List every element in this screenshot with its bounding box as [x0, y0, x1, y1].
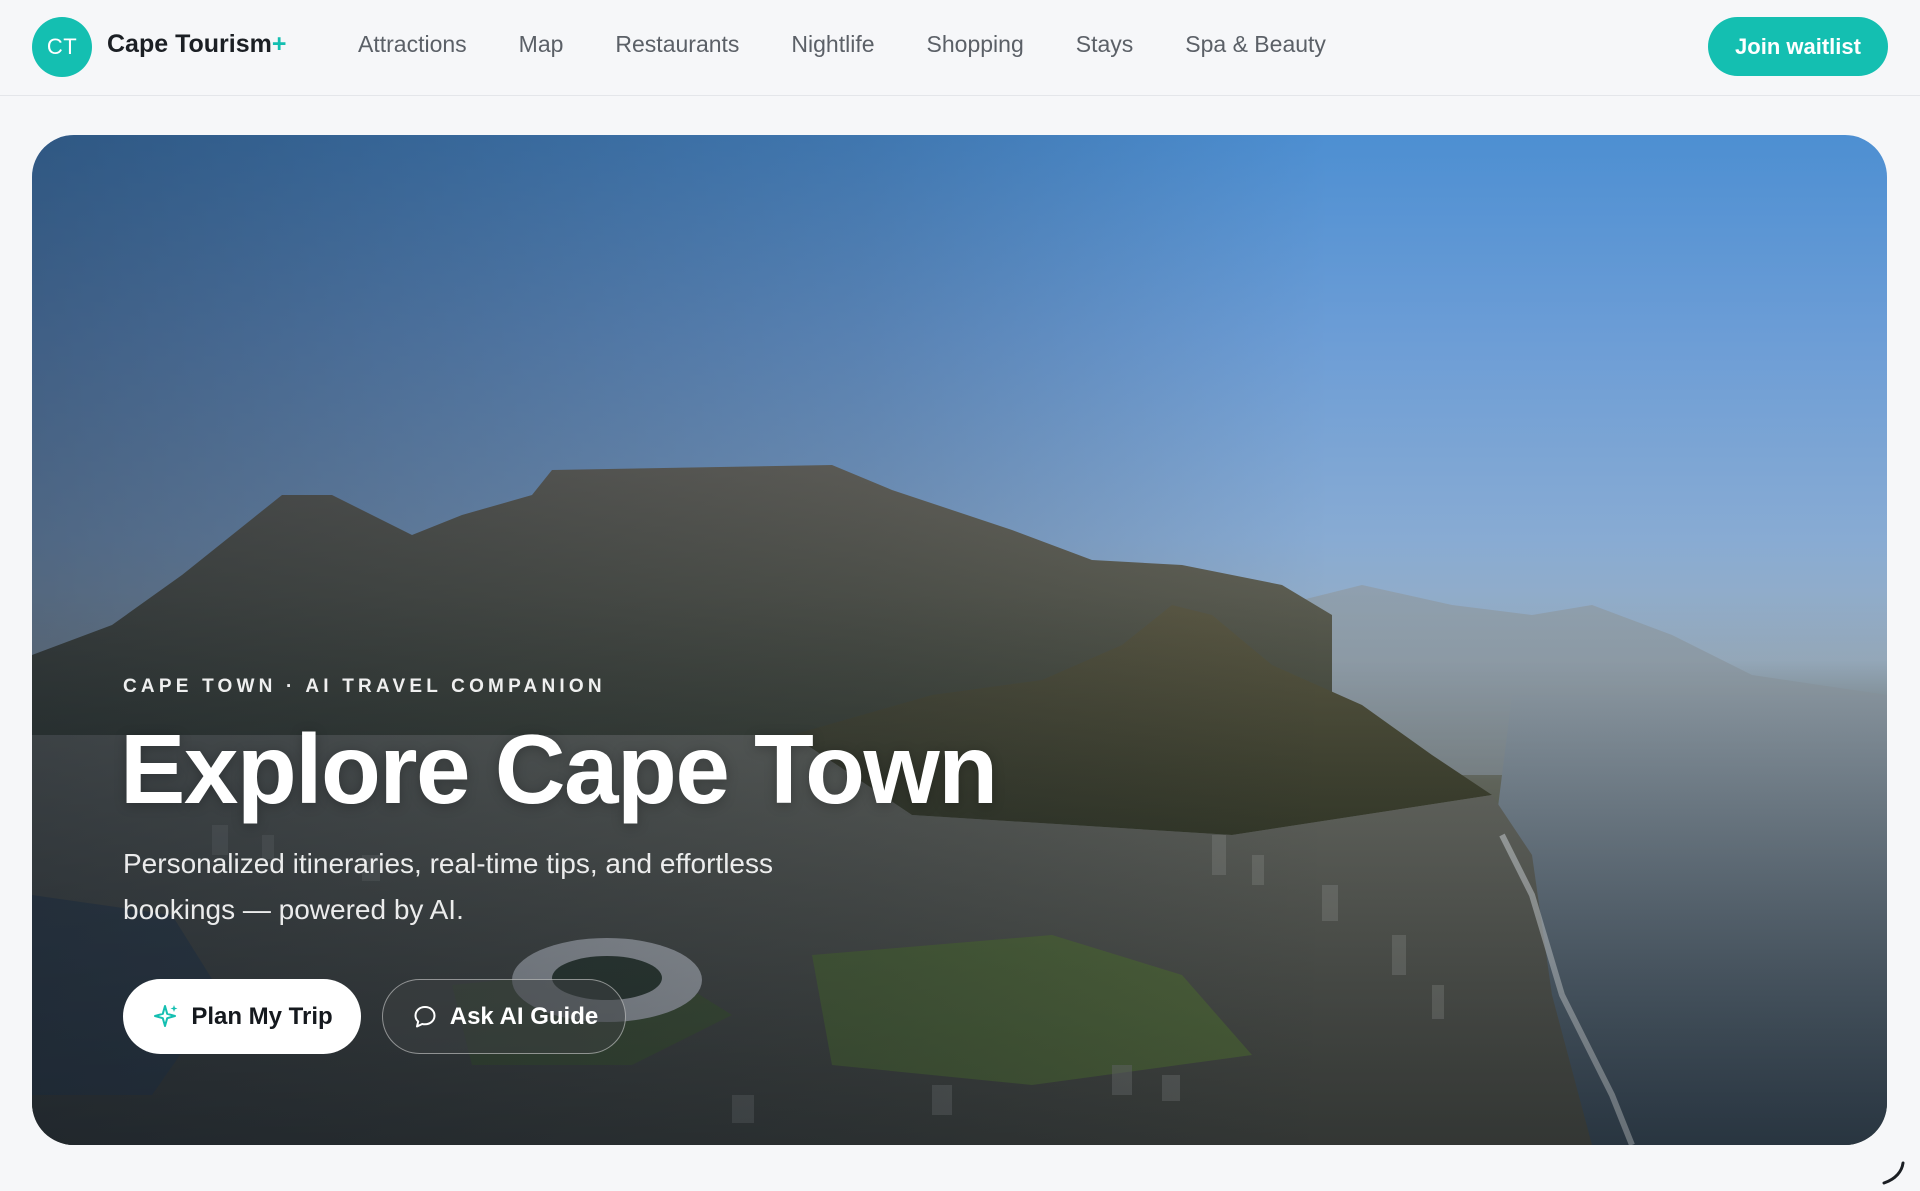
- plan-my-trip-button[interactable]: Plan My Trip: [123, 979, 361, 1054]
- hero-eyebrow: CAPE TOWN · AI TRAVEL COMPANION: [123, 676, 606, 697]
- nav-item-shopping[interactable]: Shopping: [927, 31, 1024, 63]
- sparkles-icon: [151, 1002, 181, 1032]
- join-waitlist-button[interactable]: Join waitlist: [1708, 17, 1888, 76]
- nav-item-stays[interactable]: Stays: [1076, 31, 1134, 63]
- ask-ai-guide-label: Ask AI Guide: [449, 1002, 599, 1030]
- hero-subtitle: Personalized itineraries, real-time tips…: [123, 848, 774, 925]
- logo-initials: CT: [46, 34, 78, 59]
- nav-item-map[interactable]: Map: [519, 31, 564, 63]
- logo-badge[interactable]: CT: [32, 17, 92, 77]
- plan-my-trip-label: Plan My Trip: [191, 1002, 333, 1030]
- nav-item-spa-beauty[interactable]: Spa & Beauty: [1185, 31, 1326, 63]
- top-navigation-bar: CT Cape Tourism+ Attractions Map Restaur…: [0, 0, 1920, 96]
- chat-bubble-icon: [410, 1002, 440, 1032]
- nav-item-attractions[interactable]: Attractions: [358, 31, 467, 63]
- main-nav: Attractions Map Restaurants Nightlife Sh…: [358, 31, 1378, 63]
- brand-plus: +: [271, 30, 287, 58]
- hero-title: Explore Cape Town: [120, 714, 998, 824]
- nav-item-restaurants[interactable]: Restaurants: [615, 31, 739, 63]
- spinner-icon: [1878, 1157, 1908, 1187]
- hero-banner: CAPE TOWN · AI TRAVEL COMPANION Explore …: [32, 135, 1887, 1145]
- nav-item-nightlife[interactable]: Nightlife: [791, 31, 874, 63]
- ask-ai-guide-button[interactable]: Ask AI Guide: [382, 979, 626, 1054]
- brand-name-text: Cape Tourism: [107, 30, 272, 58]
- brand-name[interactable]: Cape Tourism+: [107, 30, 286, 59]
